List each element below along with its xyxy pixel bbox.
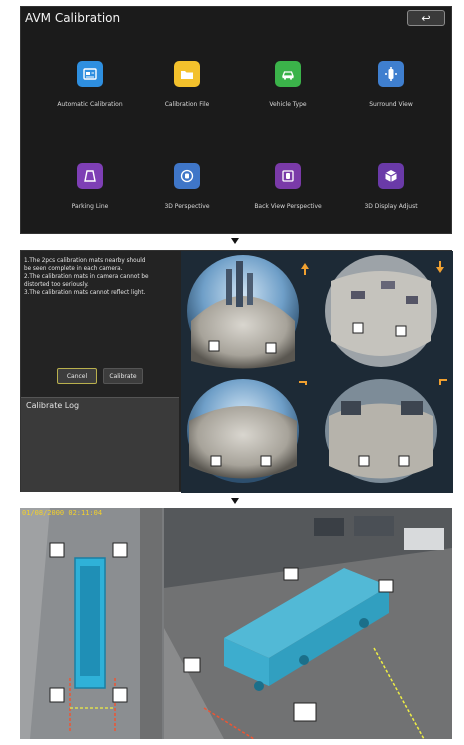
back-view-icon bbox=[275, 163, 301, 189]
cube-icon bbox=[378, 163, 404, 189]
parking-line-icon bbox=[77, 163, 103, 189]
down-arrow-icon bbox=[436, 261, 444, 273]
camera-views bbox=[181, 251, 453, 493]
back-arrow-icon: ↩ bbox=[421, 12, 431, 25]
surround-view-icon bbox=[378, 61, 404, 87]
3d-perspective-icon bbox=[174, 163, 200, 189]
tile-calibration-file[interactable]: Calibration File bbox=[137, 61, 237, 108]
right-camera-view bbox=[325, 255, 437, 367]
tile-label: Vehicle Type bbox=[269, 101, 307, 108]
rear-camera-view bbox=[325, 379, 437, 483]
folder-icon bbox=[174, 61, 200, 87]
3d-perspective-view bbox=[164, 508, 452, 739]
tile-label: 3D Display Adjust bbox=[364, 203, 418, 210]
tile-automatic-calibration[interactable]: Automatic Calibration bbox=[40, 61, 140, 108]
instruction-line: be seen complete in each camera. bbox=[24, 266, 123, 272]
tile-3d-perspective[interactable]: 3D Perspective bbox=[137, 163, 237, 210]
calibrate-log-panel: Calibrate Log bbox=[21, 397, 179, 492]
tile-label: Surround View bbox=[369, 101, 413, 108]
tile-vehicle-type[interactable]: Vehicle Type bbox=[238, 61, 338, 108]
instruction-line: 2.The calibration mats in camera cannot … bbox=[24, 274, 149, 280]
result-views: 01/08/2000 02:11:04 bbox=[20, 508, 452, 739]
turn-arrow-icon bbox=[439, 379, 447, 385]
calibrate-button[interactable]: Calibrate bbox=[103, 368, 143, 384]
calibration-instructions: 1.The 2pcs calibration mats nearby shoul… bbox=[24, 257, 182, 297]
tile-label: 3D Perspective bbox=[164, 203, 210, 210]
up-arrow-icon bbox=[301, 263, 309, 275]
tile-3d-display-adjust[interactable]: 3D Display Adjust bbox=[341, 163, 441, 210]
tile-back-view-perspective[interactable]: Back View Perspective bbox=[238, 163, 338, 210]
instruction-line: distorted too seriously. bbox=[24, 282, 89, 288]
flow-arrow-down bbox=[231, 238, 239, 244]
tile-label: Back View Perspective bbox=[254, 203, 322, 210]
car-icon bbox=[275, 61, 301, 87]
tile-label: Automatic Calibration bbox=[57, 101, 123, 108]
back-button[interactable]: ↩ bbox=[407, 10, 445, 26]
tile-label: Parking Line bbox=[71, 203, 109, 210]
turn-arrow-icon bbox=[299, 381, 307, 385]
cancel-button[interactable]: Cancel bbox=[57, 368, 97, 384]
app-title: AVM Calibration bbox=[25, 11, 121, 25]
tile-surround-view[interactable]: Surround View bbox=[341, 61, 441, 108]
instruction-line: 3.The calibration mats cannot reflect li… bbox=[24, 290, 146, 296]
auto-calibration-icon bbox=[77, 61, 103, 87]
calibration-screen: 1.The 2pcs calibration mats nearby shoul… bbox=[20, 250, 453, 493]
instruction-line: 1.The 2pcs calibration mats nearby shoul… bbox=[24, 258, 146, 264]
flow-arrow-down bbox=[231, 498, 239, 504]
front-camera-view bbox=[187, 255, 299, 369]
calibrate-log-title: Calibrate Log bbox=[26, 401, 80, 410]
top-down-view: 01/08/2000 02:11:04 bbox=[20, 508, 162, 739]
timestamp-overlay: 01/08/2000 02:11:04 bbox=[22, 509, 103, 517]
left-camera-view bbox=[187, 379, 299, 483]
tile-label: Calibration File bbox=[164, 101, 210, 108]
avm-menu-screen: AVM Calibration ↩ Automatic Calibration … bbox=[20, 6, 452, 234]
tile-parking-line[interactable]: Parking Line bbox=[40, 163, 140, 210]
